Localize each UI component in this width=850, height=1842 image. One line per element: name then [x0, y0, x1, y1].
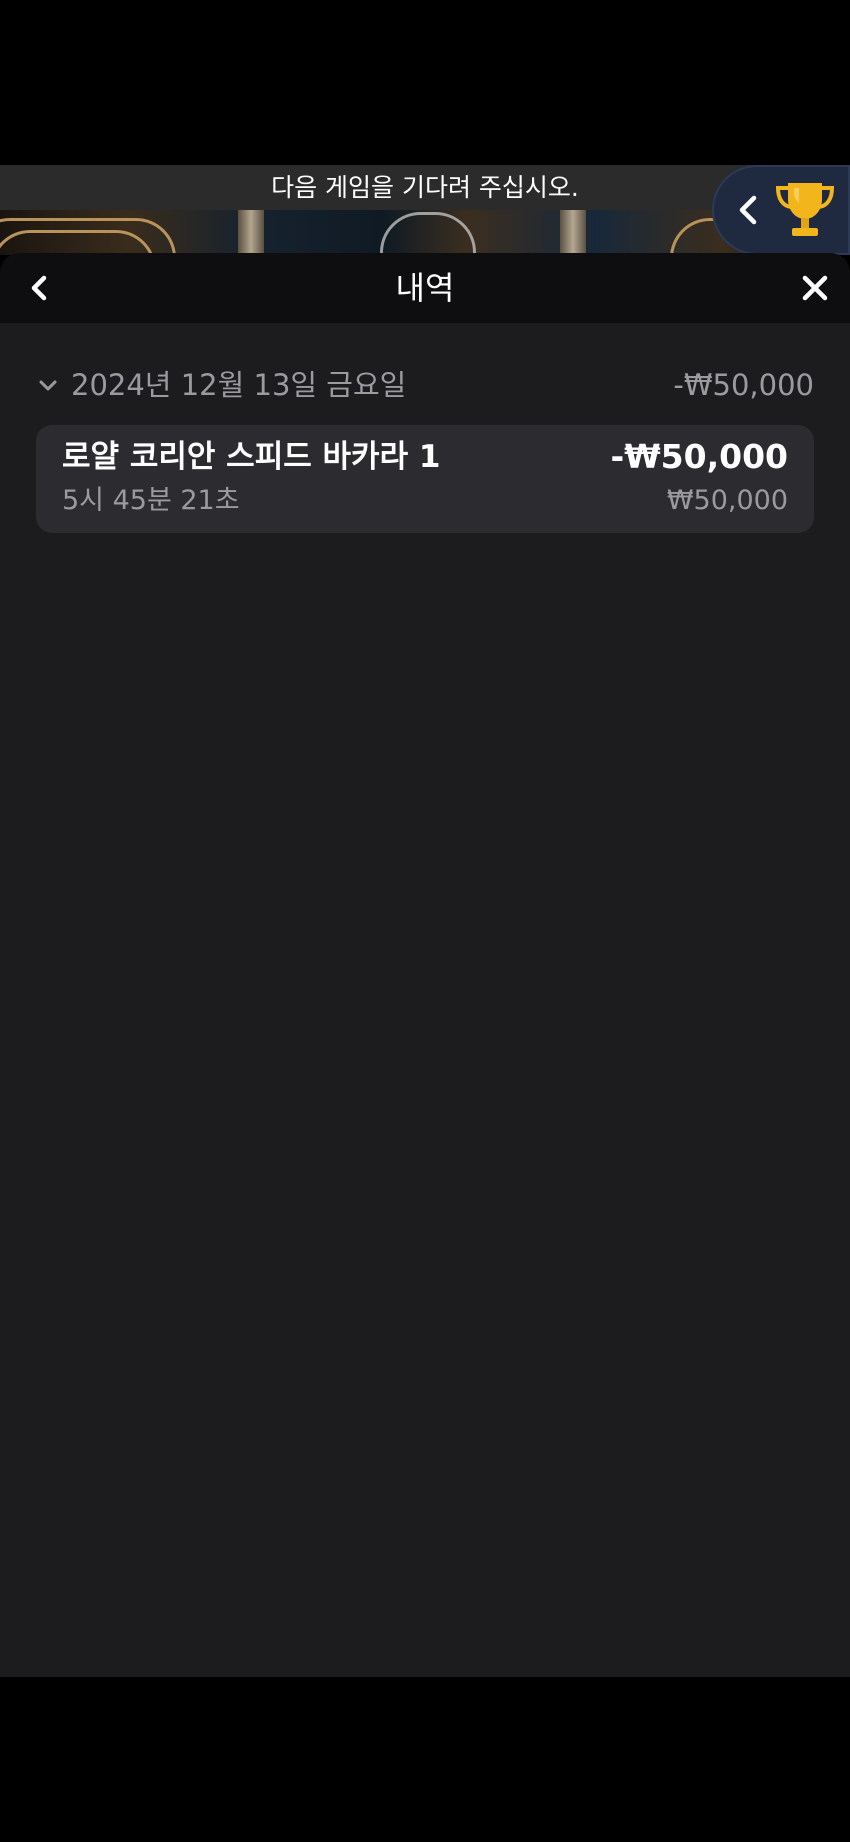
trophy-leaderboard-button[interactable] [712, 165, 850, 255]
history-day-group[interactable]: 2024년 12월 13일 금요일 -₩50,000 [36, 363, 814, 407]
scene-pillar [560, 210, 586, 255]
scene-crest-icon [380, 212, 476, 255]
history-title: 내역 [395, 269, 455, 307]
bet-time: 5시 45분 21초 [62, 485, 240, 516]
top-bezel [0, 0, 850, 165]
bet-history-item[interactable]: 로얄 코리안 스피드 바카라 1 -₩50,000 5시 45분 21초 ₩50… [36, 425, 814, 533]
scene-pillar [238, 210, 264, 255]
history-panel: 내역 2024년 12월 13일 금요일 -₩50,000 로얄 코리안 스피드… [0, 253, 850, 1677]
bottom-bezel [0, 1677, 850, 1842]
bet-game-name: 로얄 코리안 스피드 바카라 1 [62, 439, 441, 475]
chevron-left-icon [31, 275, 47, 301]
close-button[interactable] [790, 263, 840, 313]
history-header: 내역 [0, 253, 850, 323]
chevron-left-icon [739, 195, 757, 225]
chevron-down-icon [39, 380, 57, 391]
back-button[interactable] [14, 263, 64, 313]
bet-stake-amount: ₩50,000 [666, 485, 788, 516]
day-date: 2024년 12월 13일 금요일 [71, 368, 407, 402]
bet-result-amount: -₩50,000 [610, 437, 788, 476]
day-total: -₩50,000 [673, 368, 814, 402]
scene-arch [0, 230, 156, 255]
close-icon [802, 275, 828, 301]
trophy-icon [775, 183, 835, 236]
